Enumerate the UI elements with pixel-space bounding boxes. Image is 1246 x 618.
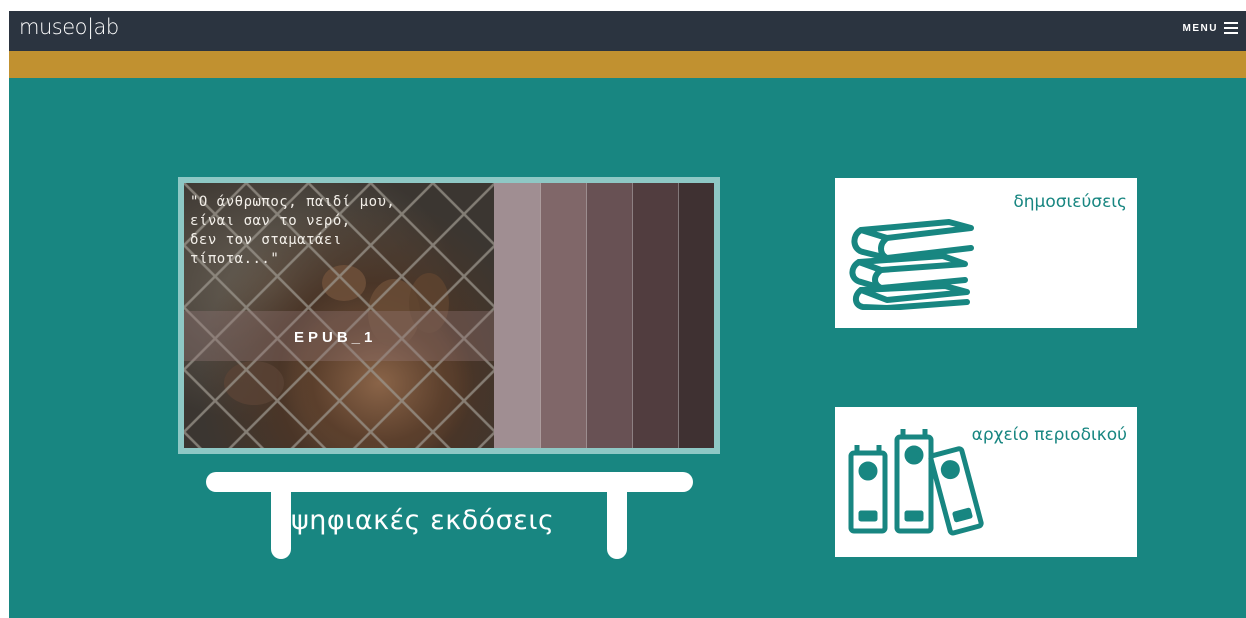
bench-leg-right bbox=[607, 481, 627, 559]
color-swatch bbox=[540, 183, 586, 448]
digital-publications-link[interactable]: ψηφιακές εκδόσεις bbox=[291, 505, 554, 536]
hamburger-icon bbox=[1224, 22, 1238, 34]
color-swatch bbox=[632, 183, 678, 448]
color-swatch bbox=[678, 183, 714, 448]
color-swatch bbox=[586, 183, 632, 448]
museolab-logo[interactable]: museo|ab bbox=[19, 15, 119, 39]
magazine-archive-title: αρχείο περιοδικού bbox=[971, 425, 1127, 445]
publications-title: δημοσιεύσεις bbox=[1013, 192, 1127, 212]
top-navigation-bar: museo|ab MENU bbox=[9, 11, 1246, 51]
magazine-archive-card[interactable]: αρχείο περιοδικού bbox=[835, 407, 1137, 557]
color-swatch bbox=[494, 183, 540, 448]
page: museo|ab MENU "Ο άνθρωπος, παιδί μου, εί… bbox=[9, 11, 1246, 618]
menu-button[interactable]: MENU bbox=[1183, 22, 1238, 34]
ebook-label: EPUB_1 bbox=[294, 329, 377, 346]
ebook-quote: "Ο άνθρωπος, παιδί μου, είναι σαν το νερ… bbox=[190, 194, 396, 267]
accent-stripe bbox=[9, 51, 1246, 78]
publications-card[interactable]: δημοσιεύσεις bbox=[835, 178, 1137, 328]
ebook-cover: "Ο άνθρωπος, παιδί μου, είναι σαν το νερ… bbox=[184, 183, 714, 448]
books-icon bbox=[849, 219, 974, 310]
bench-leg-left bbox=[271, 481, 291, 559]
menu-label: MENU bbox=[1182, 22, 1218, 34]
binders-icon bbox=[848, 429, 984, 536]
featured-ebook[interactable]: "Ο άνθρωπος, παιδί μου, είναι σαν το νερ… bbox=[178, 177, 720, 454]
ebook-cover-photo: "Ο άνθρωπος, παιδί μου, είναι σαν το νερ… bbox=[184, 183, 494, 448]
